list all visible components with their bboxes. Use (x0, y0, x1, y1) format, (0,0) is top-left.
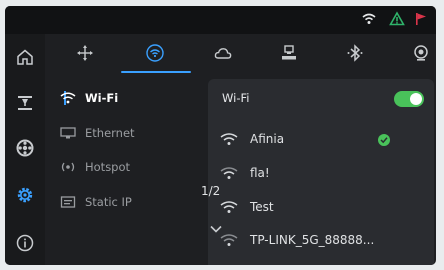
wifi-icon (362, 13, 376, 24)
wifi-signal-icon (220, 133, 238, 145)
network-ssid: fla! (250, 166, 270, 180)
network-item[interactable]: fla! (220, 161, 420, 185)
subnav-item-label: Ethernet (85, 126, 135, 140)
tab-camera[interactable] (403, 38, 436, 68)
rail-settings-button[interactable] (11, 181, 39, 209)
printer-icon (282, 45, 296, 60)
network-ssid: Afinia (250, 132, 285, 146)
status-bar (5, 6, 436, 34)
home-icon (17, 49, 33, 65)
connected-check-icon (378, 134, 390, 146)
subnav-item-hotspot[interactable]: Hotspot (59, 156, 130, 178)
triangle-warning-icon[interactable] (389, 11, 405, 27)
active-tab-indicator (121, 71, 191, 73)
settings-icon (17, 187, 33, 203)
wifi-toggle[interactable] (394, 91, 424, 107)
tab-printer[interactable] (271, 38, 307, 68)
app-window: Wi-Fi Ethernet Hotspot Static IP Wi-Fi A… (5, 6, 436, 265)
subnav-item-static-ip[interactable]: Static IP (59, 191, 132, 213)
subnav-item-wifi[interactable]: Wi-Fi (59, 87, 118, 109)
rail-filament-button[interactable] (11, 134, 39, 162)
tab-cloud[interactable] (205, 38, 241, 68)
tab-bluetooth[interactable] (337, 38, 373, 68)
subnav-item-label: Wi-Fi (85, 91, 119, 105)
info-icon (16, 234, 34, 252)
network-item[interactable]: TP-LINK_5G_88888... (220, 228, 420, 252)
network-icon (146, 44, 164, 62)
settings-subnav: Wi-Fi Ethernet Hotspot Static IP (45, 74, 200, 265)
wifi-icon (59, 91, 77, 105)
network-item[interactable]: Afinia (220, 127, 420, 151)
ethernet-icon (59, 126, 77, 140)
camera-icon (414, 45, 428, 61)
wifi-signal-icon (220, 167, 238, 179)
subnav-item-label: Static IP (85, 195, 132, 209)
static-ip-icon (59, 195, 77, 209)
subnav-item-label: Hotspot (85, 160, 131, 174)
toggle-knob (410, 93, 422, 105)
chevron-down-icon[interactable] (209, 224, 223, 234)
panel-title: Wi-Fi (222, 91, 250, 105)
flag-icon[interactable] (413, 11, 429, 27)
wifi-signal-icon (220, 234, 238, 246)
network-ssid: TP-LINK_5G_88888... (250, 233, 375, 247)
top-tab-bar (45, 34, 436, 74)
rail-print-button[interactable] (11, 89, 39, 117)
page-indicator: 1/2 (201, 184, 221, 198)
bluetooth-icon (347, 44, 363, 62)
tab-move[interactable] (67, 38, 103, 68)
filament-spool-icon (16, 139, 34, 157)
network-item[interactable]: Test (220, 195, 420, 219)
tab-network[interactable] (137, 38, 173, 68)
wifi-signal-icon (220, 201, 238, 213)
hotspot-icon (59, 160, 77, 174)
subnav-item-ethernet[interactable]: Ethernet (59, 122, 135, 144)
left-rail (5, 34, 45, 265)
rail-info-button[interactable] (11, 229, 39, 257)
wifi-panel: Wi-Fi Afinia fla! Test TP-LINK_5G_88888.… (208, 79, 434, 265)
print-icon (18, 96, 32, 110)
rail-home-button[interactable] (11, 43, 39, 71)
cloud-icon (214, 48, 232, 59)
network-ssid: Test (250, 200, 274, 214)
move-icon (77, 45, 93, 61)
